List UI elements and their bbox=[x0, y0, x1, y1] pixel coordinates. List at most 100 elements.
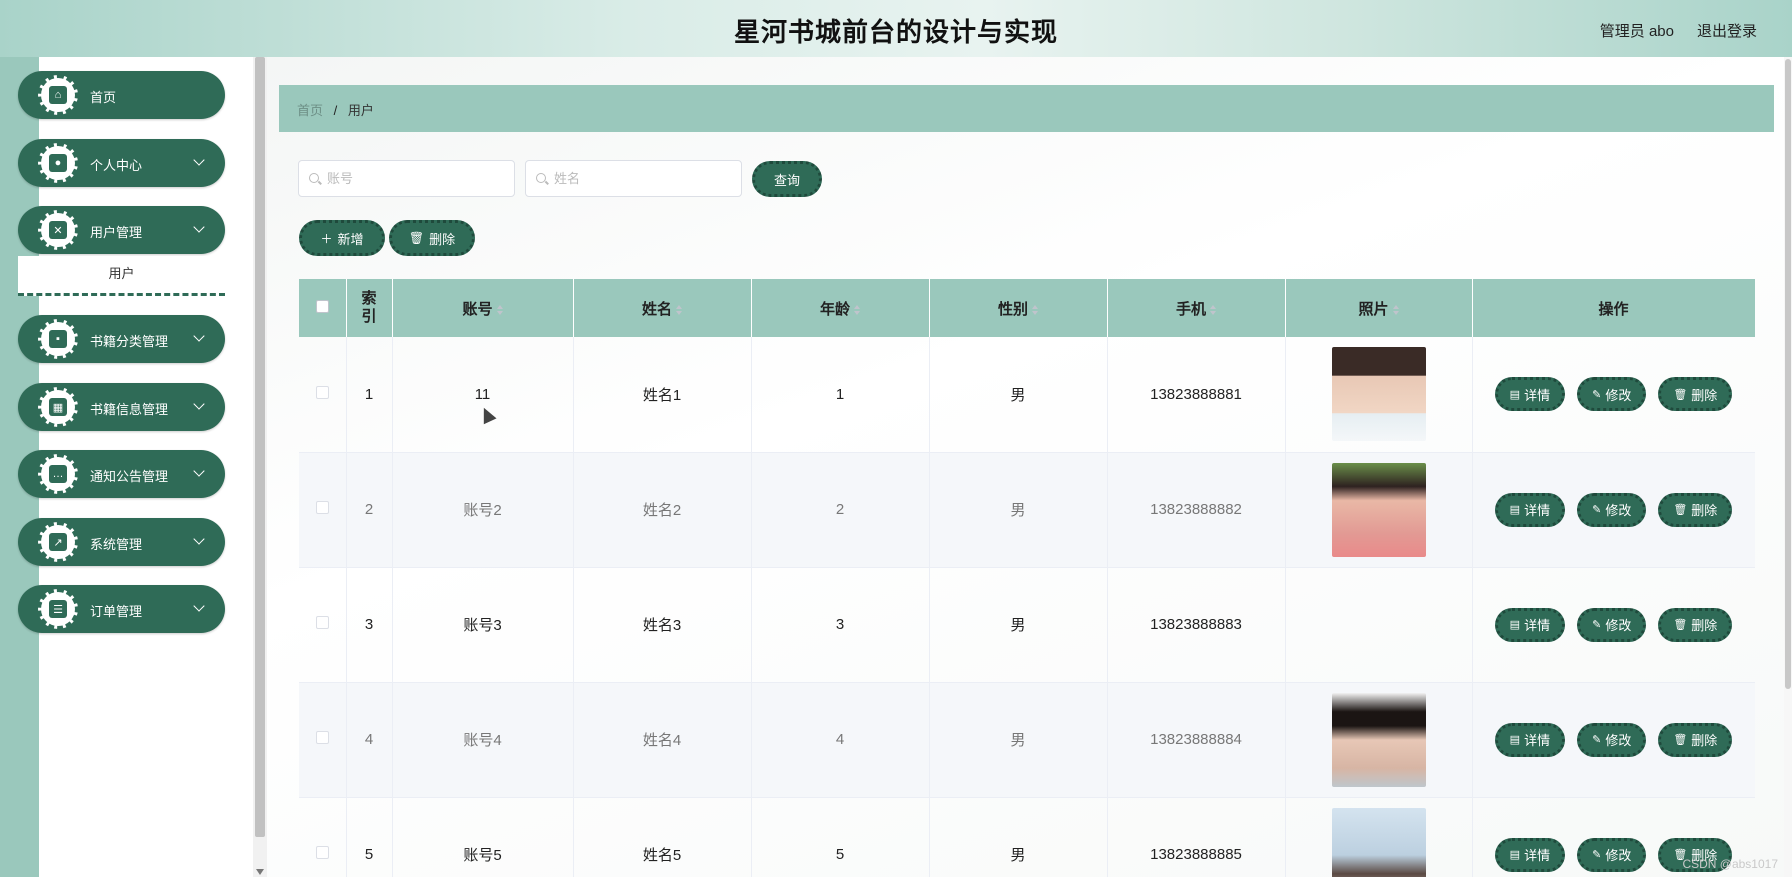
sidebar-item-label: 用户管理 bbox=[90, 225, 143, 240]
scroll-down-arrow-icon[interactable] bbox=[256, 869, 264, 875]
select-all-checkbox[interactable] bbox=[315, 299, 329, 313]
sidebar-scrollbar[interactable] bbox=[253, 57, 267, 877]
header-age[interactable]: 年龄 bbox=[751, 279, 930, 337]
table-row: 4 账号4 姓名4 4 男 13823888884 ▤ 详情 ✎ 修改 🗑 删除 bbox=[299, 682, 1755, 798]
header-gender[interactable]: 性别 bbox=[929, 279, 1108, 337]
chevron-down-icon bbox=[193, 533, 205, 545]
sidebar-item-orders[interactable]: ☰ 订单管理 bbox=[18, 585, 225, 633]
person-icon: ● bbox=[49, 154, 67, 172]
delete-button[interactable]: 🗑 删除 bbox=[1658, 492, 1733, 527]
sidebar-item-label: 书籍信息管理 bbox=[90, 402, 169, 417]
detail-button[interactable]: ▤ 详情 bbox=[1494, 377, 1566, 412]
sort-icon[interactable] bbox=[1032, 304, 1038, 315]
sidebar-item-book-info[interactable]: ▦ 书籍信息管理 bbox=[18, 383, 225, 431]
sidebar-icon-wrap: ⌂ bbox=[38, 75, 78, 115]
edit-button[interactable]: ✎ 修改 bbox=[1577, 492, 1647, 527]
edit-button-label: 修改 bbox=[1605, 848, 1632, 863]
sort-icon[interactable] bbox=[1210, 304, 1216, 315]
add-button-label: 新增 bbox=[337, 231, 364, 247]
cell-index: 5 bbox=[346, 797, 393, 877]
select-all-header bbox=[299, 279, 347, 337]
sidebar-item-personal-center[interactable]: ● 个人中心 bbox=[18, 139, 225, 187]
sidebar-item-system[interactable]: ↗ 系统管理 bbox=[18, 518, 225, 566]
sort-icon[interactable] bbox=[1392, 304, 1399, 315]
sort-icon[interactable] bbox=[676, 304, 682, 315]
delete-button[interactable]: 🗑 删除 bbox=[1658, 377, 1733, 412]
user-photo[interactable] bbox=[1331, 462, 1426, 557]
cell-phone: 13823888883 bbox=[1107, 567, 1286, 683]
edit-button[interactable]: ✎ 修改 bbox=[1577, 722, 1647, 757]
cell-index: 3 bbox=[346, 567, 393, 683]
pencil-icon: ✎ bbox=[1592, 619, 1602, 631]
delete-button-label: 删除 bbox=[1691, 733, 1718, 748]
sidebar-item-user-management[interactable]: ✕ 用户管理 bbox=[18, 206, 225, 254]
current-user-label: 管理员 abo bbox=[1599, 23, 1674, 40]
header-actions-label: 操作 bbox=[1598, 300, 1629, 318]
breadcrumb-current: 用户 bbox=[347, 103, 374, 118]
detail-button[interactable]: ▤ 详情 bbox=[1494, 607, 1566, 642]
sort-icon[interactable] bbox=[496, 304, 503, 315]
user-photo[interactable] bbox=[1331, 347, 1426, 442]
detail-button[interactable]: ▤ 详情 bbox=[1494, 492, 1566, 527]
user-photo[interactable] bbox=[1331, 692, 1426, 787]
sidebar-icon-wrap: ▦ bbox=[38, 387, 78, 427]
row-checkbox[interactable] bbox=[315, 616, 329, 629]
trash-icon: 🗑 bbox=[1673, 619, 1688, 631]
user-photo[interactable] bbox=[1331, 807, 1426, 877]
header-account-label: 账号 bbox=[462, 300, 493, 318]
cell-age: 4 bbox=[751, 682, 930, 798]
add-button[interactable]: ＋ 新增 bbox=[299, 220, 385, 256]
delete-button[interactable]: 🗑 删除 bbox=[1658, 722, 1733, 757]
chat-icon: … bbox=[49, 465, 67, 483]
cell-account: 账号3 bbox=[392, 567, 574, 683]
cell-name: 姓名5 bbox=[573, 797, 752, 877]
row-checkbox[interactable] bbox=[315, 731, 329, 744]
sidebar-icon-wrap: ✕ bbox=[38, 210, 78, 250]
breadcrumb-home[interactable]: 首页 bbox=[297, 103, 323, 118]
edit-button[interactable]: ✎ 修改 bbox=[1577, 377, 1647, 412]
header-phone[interactable]: 手机 bbox=[1107, 279, 1286, 337]
query-button[interactable]: 查询 bbox=[752, 161, 822, 197]
sidebar-scrollbar-thumb[interactable] bbox=[255, 57, 265, 837]
edit-button-label: 修改 bbox=[1605, 733, 1632, 748]
logout-link[interactable]: 退出登录 bbox=[1697, 20, 1757, 41]
sidebar-item-label: 书籍分类管理 bbox=[90, 334, 169, 349]
trash-icon: 🗑 bbox=[408, 231, 425, 245]
sidebar-item-notice[interactable]: … 通知公告管理 bbox=[18, 450, 225, 498]
home-icon: ⌂ bbox=[49, 86, 67, 104]
delete-button-label: 删除 bbox=[1691, 618, 1718, 633]
chart-icon: ↗ bbox=[49, 533, 67, 551]
detail-button[interactable]: ▤ 详情 bbox=[1494, 722, 1566, 757]
header-name[interactable]: 姓名 bbox=[573, 279, 752, 337]
row-checkbox[interactable] bbox=[315, 385, 329, 399]
cell-name: 姓名4 bbox=[573, 682, 752, 798]
cell-phone: 13823888881 bbox=[1107, 337, 1286, 453]
cell-age: 2 bbox=[751, 452, 930, 568]
row-checkbox[interactable] bbox=[315, 501, 329, 514]
cell-age: 1 bbox=[751, 337, 930, 453]
sidebar-item-home[interactable]: ⌂ 首页 bbox=[18, 71, 225, 119]
header-photo-label: 照片 bbox=[1358, 300, 1389, 318]
edit-button[interactable]: ✎ 修改 bbox=[1577, 837, 1647, 872]
sidebar-subitem-user[interactable]: 用户 bbox=[18, 256, 225, 296]
sort-icon[interactable] bbox=[854, 304, 860, 315]
cell-age: 5 bbox=[751, 797, 930, 877]
edit-button[interactable]: ✎ 修改 bbox=[1577, 607, 1647, 642]
batch-delete-button-label: 删除 bbox=[429, 231, 456, 247]
account-search-input[interactable]: 账号 bbox=[298, 160, 515, 197]
batch-delete-button[interactable]: 🗑 删除 bbox=[389, 220, 475, 256]
header-age-label: 年龄 bbox=[819, 300, 850, 318]
row-checkbox[interactable] bbox=[315, 846, 329, 859]
query-button-label: 查询 bbox=[773, 172, 800, 188]
detail-button-label: 详情 bbox=[1524, 387, 1551, 403]
header-account[interactable]: 账号 bbox=[392, 279, 574, 337]
pencil-icon: ✎ bbox=[1592, 504, 1602, 516]
name-search-input[interactable]: 姓名 bbox=[525, 160, 742, 197]
cell-phone: 13823888882 bbox=[1107, 452, 1286, 568]
header-photo[interactable]: 照片 bbox=[1285, 279, 1473, 337]
page-scrollbar-thumb[interactable] bbox=[1785, 59, 1791, 689]
detail-button[interactable]: ▤ 详情 bbox=[1494, 837, 1566, 872]
delete-button[interactable]: 🗑 删除 bbox=[1658, 607, 1733, 642]
page-scrollbar[interactable] bbox=[1784, 57, 1792, 877]
sidebar-item-book-category[interactable]: ▪ 书籍分类管理 bbox=[18, 315, 225, 363]
